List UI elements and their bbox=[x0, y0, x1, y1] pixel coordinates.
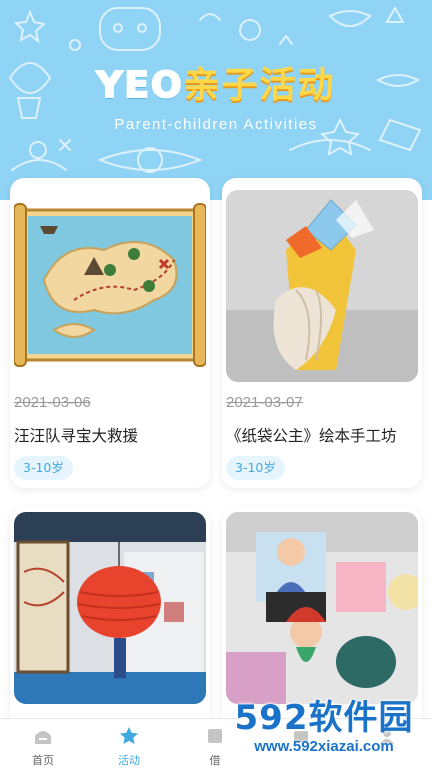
activity-date: 2021-03-07 bbox=[226, 394, 303, 411]
page-title: YEO亲子活动 bbox=[0, 64, 432, 108]
tab-activities[interactable]: 活动 bbox=[86, 719, 172, 768]
title-chinese: 亲子活动 bbox=[183, 65, 336, 106]
watermark-logo: 592软件园 bbox=[234, 698, 414, 738]
activity-grid: 2021-03-06 汪汪队寻宝大救援 3-10岁 2021-03-07 《纸袋… bbox=[0, 170, 432, 728]
activity-thumbnail bbox=[14, 190, 206, 382]
watermark: 592软件园 www.592xiazai.com bbox=[216, 690, 432, 768]
activity-thumbnail bbox=[226, 190, 418, 382]
activity-title: 汪汪队寻宝大救援 bbox=[14, 427, 139, 445]
tab-label: 首页 bbox=[32, 754, 54, 767]
activity-thumbnail bbox=[226, 512, 418, 704]
dolls-toys-photo bbox=[226, 512, 418, 704]
activity-thumbnail bbox=[14, 512, 206, 704]
activity-date: 2021-03-06 bbox=[14, 394, 91, 411]
title-latin: YEO bbox=[95, 64, 184, 107]
paper-lanterns-photo bbox=[14, 512, 206, 704]
paper-crown-craft-photo bbox=[226, 190, 418, 382]
watermark-url: www.592xiazai.com bbox=[254, 738, 394, 755]
activity-card[interactable]: 2021-03-06 汪汪队寻宝大救援 3-10岁 bbox=[10, 178, 210, 488]
age-tag: 3-10岁 bbox=[14, 456, 73, 480]
age-tag: 3-10岁 bbox=[226, 456, 285, 480]
treasure-map-illustration bbox=[14, 190, 206, 382]
activity-title: 《纸袋公主》绘本手工坊 bbox=[226, 427, 397, 445]
page-subtitle: Parent-children Activities bbox=[114, 116, 318, 133]
tab-label: 活动 bbox=[118, 754, 140, 767]
star-icon bbox=[120, 727, 138, 744]
activity-card[interactable]: 2021-03-07 《纸袋公主》绘本手工坊 3-10岁 bbox=[222, 178, 422, 488]
home-icon bbox=[35, 731, 51, 744]
activity-card[interactable] bbox=[10, 508, 210, 728]
tab-home[interactable]: 首页 bbox=[0, 719, 86, 768]
